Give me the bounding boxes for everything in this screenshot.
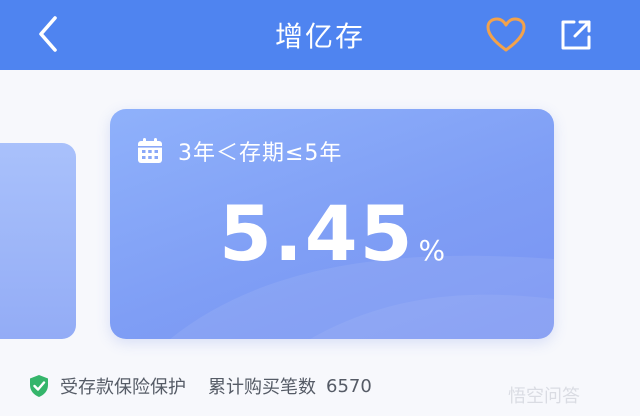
top-app-bar: 增亿存 (0, 0, 640, 70)
product-info-row: 受存款保险保护 累计购买笔数 6570 (28, 372, 372, 400)
heart-outline-icon (486, 17, 526, 52)
term-row: 3年＜存期≤5年 (136, 135, 342, 167)
product-rate-card[interactable]: 3年＜存期≤5年 5.45 % (110, 109, 554, 339)
favorite-button[interactable] (482, 12, 530, 58)
calendar-icon (138, 138, 162, 163)
insurance-text: 受存款保险保护 (60, 377, 186, 398)
term-label: 3年＜存期≤5年 (178, 141, 343, 166)
chevron-left-icon (39, 16, 57, 52)
watermark-text: 悟空问答 (508, 386, 580, 407)
share-out-icon (561, 20, 591, 50)
previous-product-card[interactable] (0, 143, 76, 339)
rate-unit: % (418, 234, 446, 267)
interest-rate: 5.45 % (110, 189, 554, 278)
watermark: 悟空问答 (508, 380, 580, 410)
rate-value: 5.45 (218, 189, 415, 278)
shield-check-icon (30, 375, 48, 397)
page-title: 增亿存 (274, 20, 365, 53)
share-button[interactable] (552, 12, 600, 58)
purchase-count-label: 累计购买笔数 (208, 377, 316, 398)
purchase-count: 6570 (326, 375, 372, 397)
back-button[interactable] (26, 10, 70, 58)
